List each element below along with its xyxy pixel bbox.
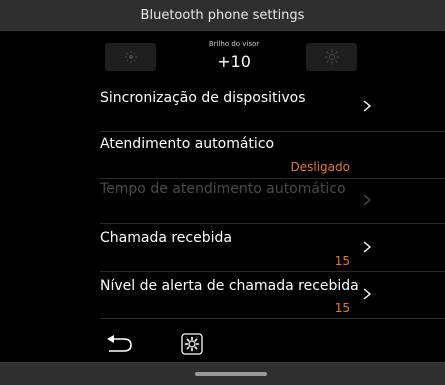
brightness-value: +10 — [217, 52, 251, 71]
back-arrow-icon — [107, 335, 132, 352]
page-title: Bluetooth phone settings — [140, 7, 305, 23]
chevron-right-icon — [363, 194, 372, 206]
brightness-readout: Brilho do visor +10 — [164, 40, 304, 72]
setting-row-incoming-call[interactable]: Chamada recebida 15 — [100, 224, 372, 272]
brightness-control: Brilho do visor +10 — [104, 40, 360, 71]
gear-icon — [181, 333, 203, 355]
home-indicator[interactable] — [195, 372, 267, 376]
setting-row-device-sync[interactable]: Sincronização de dispositivos — [100, 84, 372, 132]
brightness-label: Brilho do visor — [208, 40, 260, 48]
chevron-right-icon — [363, 100, 372, 112]
chevron-right-icon — [363, 288, 372, 300]
chevron-right-icon — [363, 241, 372, 253]
setting-value: 15 — [334, 301, 350, 315]
setting-label: Chamada recebida — [100, 230, 232, 246]
setting-label: Atendimento automático — [100, 136, 275, 152]
setting-value: Desligado — [290, 160, 350, 174]
setting-label: Sincronização de dispositivos — [100, 90, 306, 106]
sun-dim-icon — [124, 51, 137, 63]
sun-bright-icon — [324, 49, 339, 65]
back-button[interactable] — [104, 332, 136, 356]
bottom-bar — [0, 362, 445, 385]
title-bar: Bluetooth phone settings — [0, 0, 445, 31]
divider — [100, 318, 445, 319]
settings-button[interactable] — [181, 333, 203, 355]
setting-row-auto-answer-time: Tempo de atendimento automático — [100, 179, 372, 227]
brightness-decrease-button[interactable] — [105, 43, 156, 71]
setting-label: Nível de alerta de chamada recebida — [100, 278, 359, 294]
setting-value: 15 — [334, 254, 350, 268]
setting-label: Tempo de atendimento automático — [100, 181, 346, 197]
setting-row-incoming-call-alert-level[interactable]: Nível de alerta de chamada recebida 15 — [100, 272, 372, 320]
setting-row-auto-answer[interactable]: Atendimento automático Desligado — [100, 132, 350, 180]
brightness-increase-button[interactable] — [306, 43, 357, 71]
